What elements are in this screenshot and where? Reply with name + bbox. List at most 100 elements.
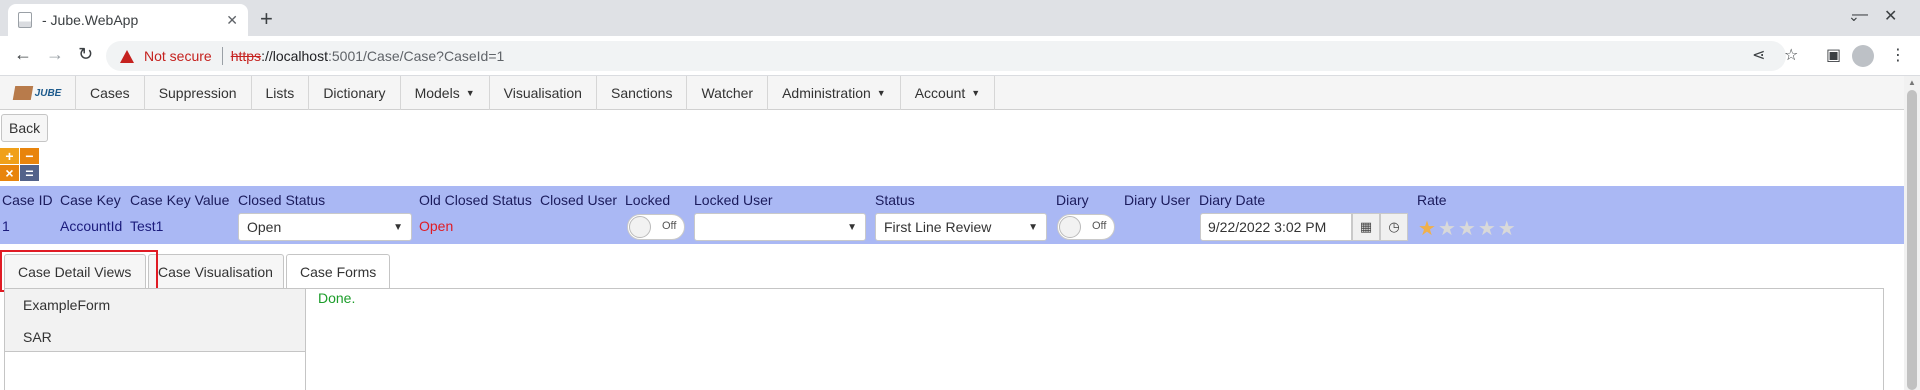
header-rate: Rate xyxy=(1417,192,1447,208)
star-icon[interactable]: ★ xyxy=(1498,218,1518,240)
nav-item-sanctions[interactable]: Sanctions xyxy=(597,76,688,110)
nav-item-lists[interactable]: Lists xyxy=(252,76,310,110)
nav-item-watcher[interactable]: Watcher xyxy=(687,76,769,110)
nav-item-dictionary[interactable]: Dictionary xyxy=(309,76,401,110)
panel-right-border xyxy=(1883,288,1884,390)
url-scheme: https xyxy=(230,48,262,64)
clock-icon[interactable]: ◷ xyxy=(1380,213,1408,241)
plus-icon[interactable]: + xyxy=(0,148,19,164)
nav-item-label: Account xyxy=(914,85,966,101)
nav-item-label: Suppression xyxy=(158,85,237,101)
nav-item-visualisation[interactable]: Visualisation xyxy=(490,76,597,110)
menu-kebab-icon[interactable]: ⋮ xyxy=(1890,45,1906,65)
reload-icon[interactable]: ↻ xyxy=(78,44,93,65)
annotation-highlight-box xyxy=(0,250,158,292)
closed-status-selected: Open xyxy=(247,219,282,235)
browser-tab-title: - Jube.WebApp xyxy=(42,12,139,28)
header-case-key: Case Key xyxy=(60,192,121,208)
scroll-up-arrow-icon[interactable]: ▲ xyxy=(1908,78,1916,87)
side-panel-icon[interactable]: ▣ xyxy=(1826,45,1841,65)
close-tab-icon[interactable]: ✕ xyxy=(226,12,238,29)
locked-toggle[interactable]: Off xyxy=(627,214,685,240)
page-favicon-icon xyxy=(18,12,32,28)
diary-toggle[interactable]: Off xyxy=(1057,214,1115,240)
address-separator xyxy=(221,47,223,65)
star-icon[interactable]: ★ xyxy=(1418,218,1438,240)
list-item[interactable]: SAR xyxy=(23,329,52,345)
back-button[interactable]: Back xyxy=(1,114,49,142)
nav-item-label: Cases xyxy=(90,85,130,101)
app-navbar: JUBE Cases Suppression Lists Dictionary … xyxy=(0,76,1904,110)
not-secure-label[interactable]: Not secure xyxy=(144,48,212,64)
status-select[interactable]: First Line Review ▼ xyxy=(875,213,1047,241)
forms-list-divider xyxy=(4,352,306,390)
star-icon[interactable]: ★ xyxy=(1478,218,1498,240)
old-closed-status-value: Open xyxy=(419,218,454,234)
minimize-icon[interactable]: — xyxy=(1852,6,1868,24)
locked-user-select[interactable]: ▼ xyxy=(694,213,866,241)
nav-item-cases[interactable]: Cases xyxy=(76,76,145,110)
url-path: :5001/Case/Case?CaseId=1 xyxy=(328,48,505,64)
nav-item-label: Lists xyxy=(265,85,295,101)
toggle-knob xyxy=(1059,216,1081,238)
nav-item-suppression[interactable]: Suppression xyxy=(145,76,252,110)
nav-item-models[interactable]: Models ▼ xyxy=(401,76,490,110)
address-bar[interactable]: Not secure https ://localhost :5001/Case… xyxy=(106,41,1786,71)
share-icon[interactable]: ⋖ xyxy=(1752,45,1765,65)
status-selected: First Line Review xyxy=(884,219,992,235)
caret-down-icon: ▼ xyxy=(465,88,475,98)
dropdown-caret-icon: ▼ xyxy=(847,221,857,233)
nav-item-label: Administration xyxy=(782,85,871,101)
tab-case-forms[interactable]: Case Forms xyxy=(286,254,390,289)
new-tab-button[interactable]: + xyxy=(260,6,273,32)
warning-icon xyxy=(120,49,134,63)
diary-date-input[interactable]: 9/22/2022 3:02 PM xyxy=(1200,213,1352,241)
header-diary-date: Diary Date xyxy=(1199,192,1266,208)
nav-item-account[interactable]: Account ▼ xyxy=(901,76,996,110)
header-status: Status xyxy=(875,192,915,208)
star-icon[interactable]: ★ xyxy=(1458,218,1478,240)
nav-item-label: Watcher xyxy=(701,85,754,101)
status-message: Done. xyxy=(318,290,356,306)
case-header-grid: Case ID Case Key Case Key Value Closed S… xyxy=(0,186,1904,244)
nav-item-label: Dictionary xyxy=(323,85,386,101)
dropdown-caret-icon: ▼ xyxy=(1028,221,1038,233)
case-id-value: 1 xyxy=(2,218,10,234)
nav-item-label: Models xyxy=(414,85,460,101)
logo-text: JUBE xyxy=(34,87,62,99)
case-tabs: Case Detail Views Case Visualisation Cas… xyxy=(0,254,1904,289)
caret-down-icon: ▼ xyxy=(971,88,981,98)
list-item[interactable]: ExampleForm xyxy=(23,297,110,313)
nav-item-label: Sanctions xyxy=(610,85,673,101)
rating-stars[interactable]: ★★★★★ xyxy=(1418,216,1518,241)
back-arrow-icon[interactable]: ← xyxy=(14,44,32,65)
scrollbar-thumb[interactable] xyxy=(1907,90,1917,390)
minus-icon[interactable]: − xyxy=(20,148,39,164)
logo-mark-icon xyxy=(12,86,33,100)
header-locked-user: Locked User xyxy=(694,192,773,208)
case-key-value-text: Test1 xyxy=(130,218,164,234)
page-scrollbar[interactable]: ▲ xyxy=(1904,76,1920,390)
header-diary: Diary xyxy=(1056,192,1089,208)
close-window-icon[interactable]: ✕ xyxy=(1884,6,1897,26)
star-icon[interactable]: ★ xyxy=(1438,218,1458,240)
header-closed-status: Closed Status xyxy=(238,192,326,208)
browser-tab[interactable]: - Jube.WebApp ✕ xyxy=(8,4,248,36)
calendar-icon[interactable]: ▦ xyxy=(1352,213,1380,241)
locked-toggle-label: Off xyxy=(662,220,677,232)
nav-item-administration[interactable]: Administration ▼ xyxy=(768,76,901,110)
browser-toolbar: ← → ↻ Not secure https ://localhost :500… xyxy=(0,36,1920,76)
diary-toggle-label: Off xyxy=(1092,220,1107,232)
tab-case-visualisation[interactable]: Case Visualisation xyxy=(148,254,284,288)
times-icon[interactable]: × xyxy=(0,165,19,181)
jube-logo[interactable]: JUBE xyxy=(0,76,76,110)
url-host: ://localhost xyxy=(261,48,328,64)
forward-arrow-icon[interactable]: → xyxy=(46,44,64,65)
caret-down-icon: ▼ xyxy=(876,88,886,98)
bookmark-star-icon[interactable]: ☆ xyxy=(1784,45,1798,65)
header-old-closed-status: Old Closed Status xyxy=(419,192,532,208)
equals-icon[interactable]: = xyxy=(20,165,39,181)
header-case-key-value: Case Key Value xyxy=(130,192,230,208)
profile-avatar[interactable] xyxy=(1852,45,1874,67)
closed-status-select[interactable]: Open ▼ xyxy=(238,213,412,241)
